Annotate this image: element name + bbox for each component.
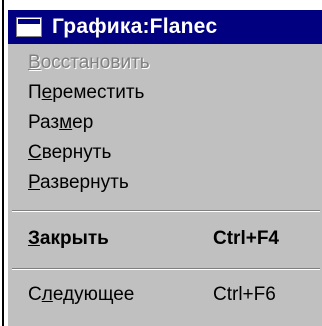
window-edge bbox=[2, 0, 4, 326]
menu-item-size[interactable]: Размер bbox=[28, 108, 93, 138]
menu-separator bbox=[12, 268, 320, 270]
menu-item-close[interactable]: Закрыть bbox=[28, 224, 109, 254]
menu-item-minimize[interactable]: Свернуть bbox=[28, 138, 111, 168]
system-menu: Графика:Flanec Восстановить Переместить … bbox=[6, 8, 322, 326]
title-bar[interactable]: Графика:Flanec bbox=[8, 10, 322, 44]
menu-item-restore: Восстановить bbox=[28, 52, 150, 73]
stage: Графика:Flanec Восстановить Переместить … bbox=[0, 0, 322, 326]
menu-separator bbox=[12, 210, 320, 212]
window-title: Графика:Flanec bbox=[52, 15, 218, 38]
menu-item-move[interactable]: Переместить bbox=[28, 78, 144, 108]
shortcut-next: Ctrl+F6 bbox=[213, 284, 276, 305]
shortcut-close: Ctrl+F4 bbox=[213, 228, 279, 249]
window-icon[interactable] bbox=[16, 17, 42, 37]
menu-item-next[interactable]: Следующее bbox=[28, 280, 134, 310]
menu-item-maximize[interactable]: Развернуть bbox=[28, 168, 129, 198]
